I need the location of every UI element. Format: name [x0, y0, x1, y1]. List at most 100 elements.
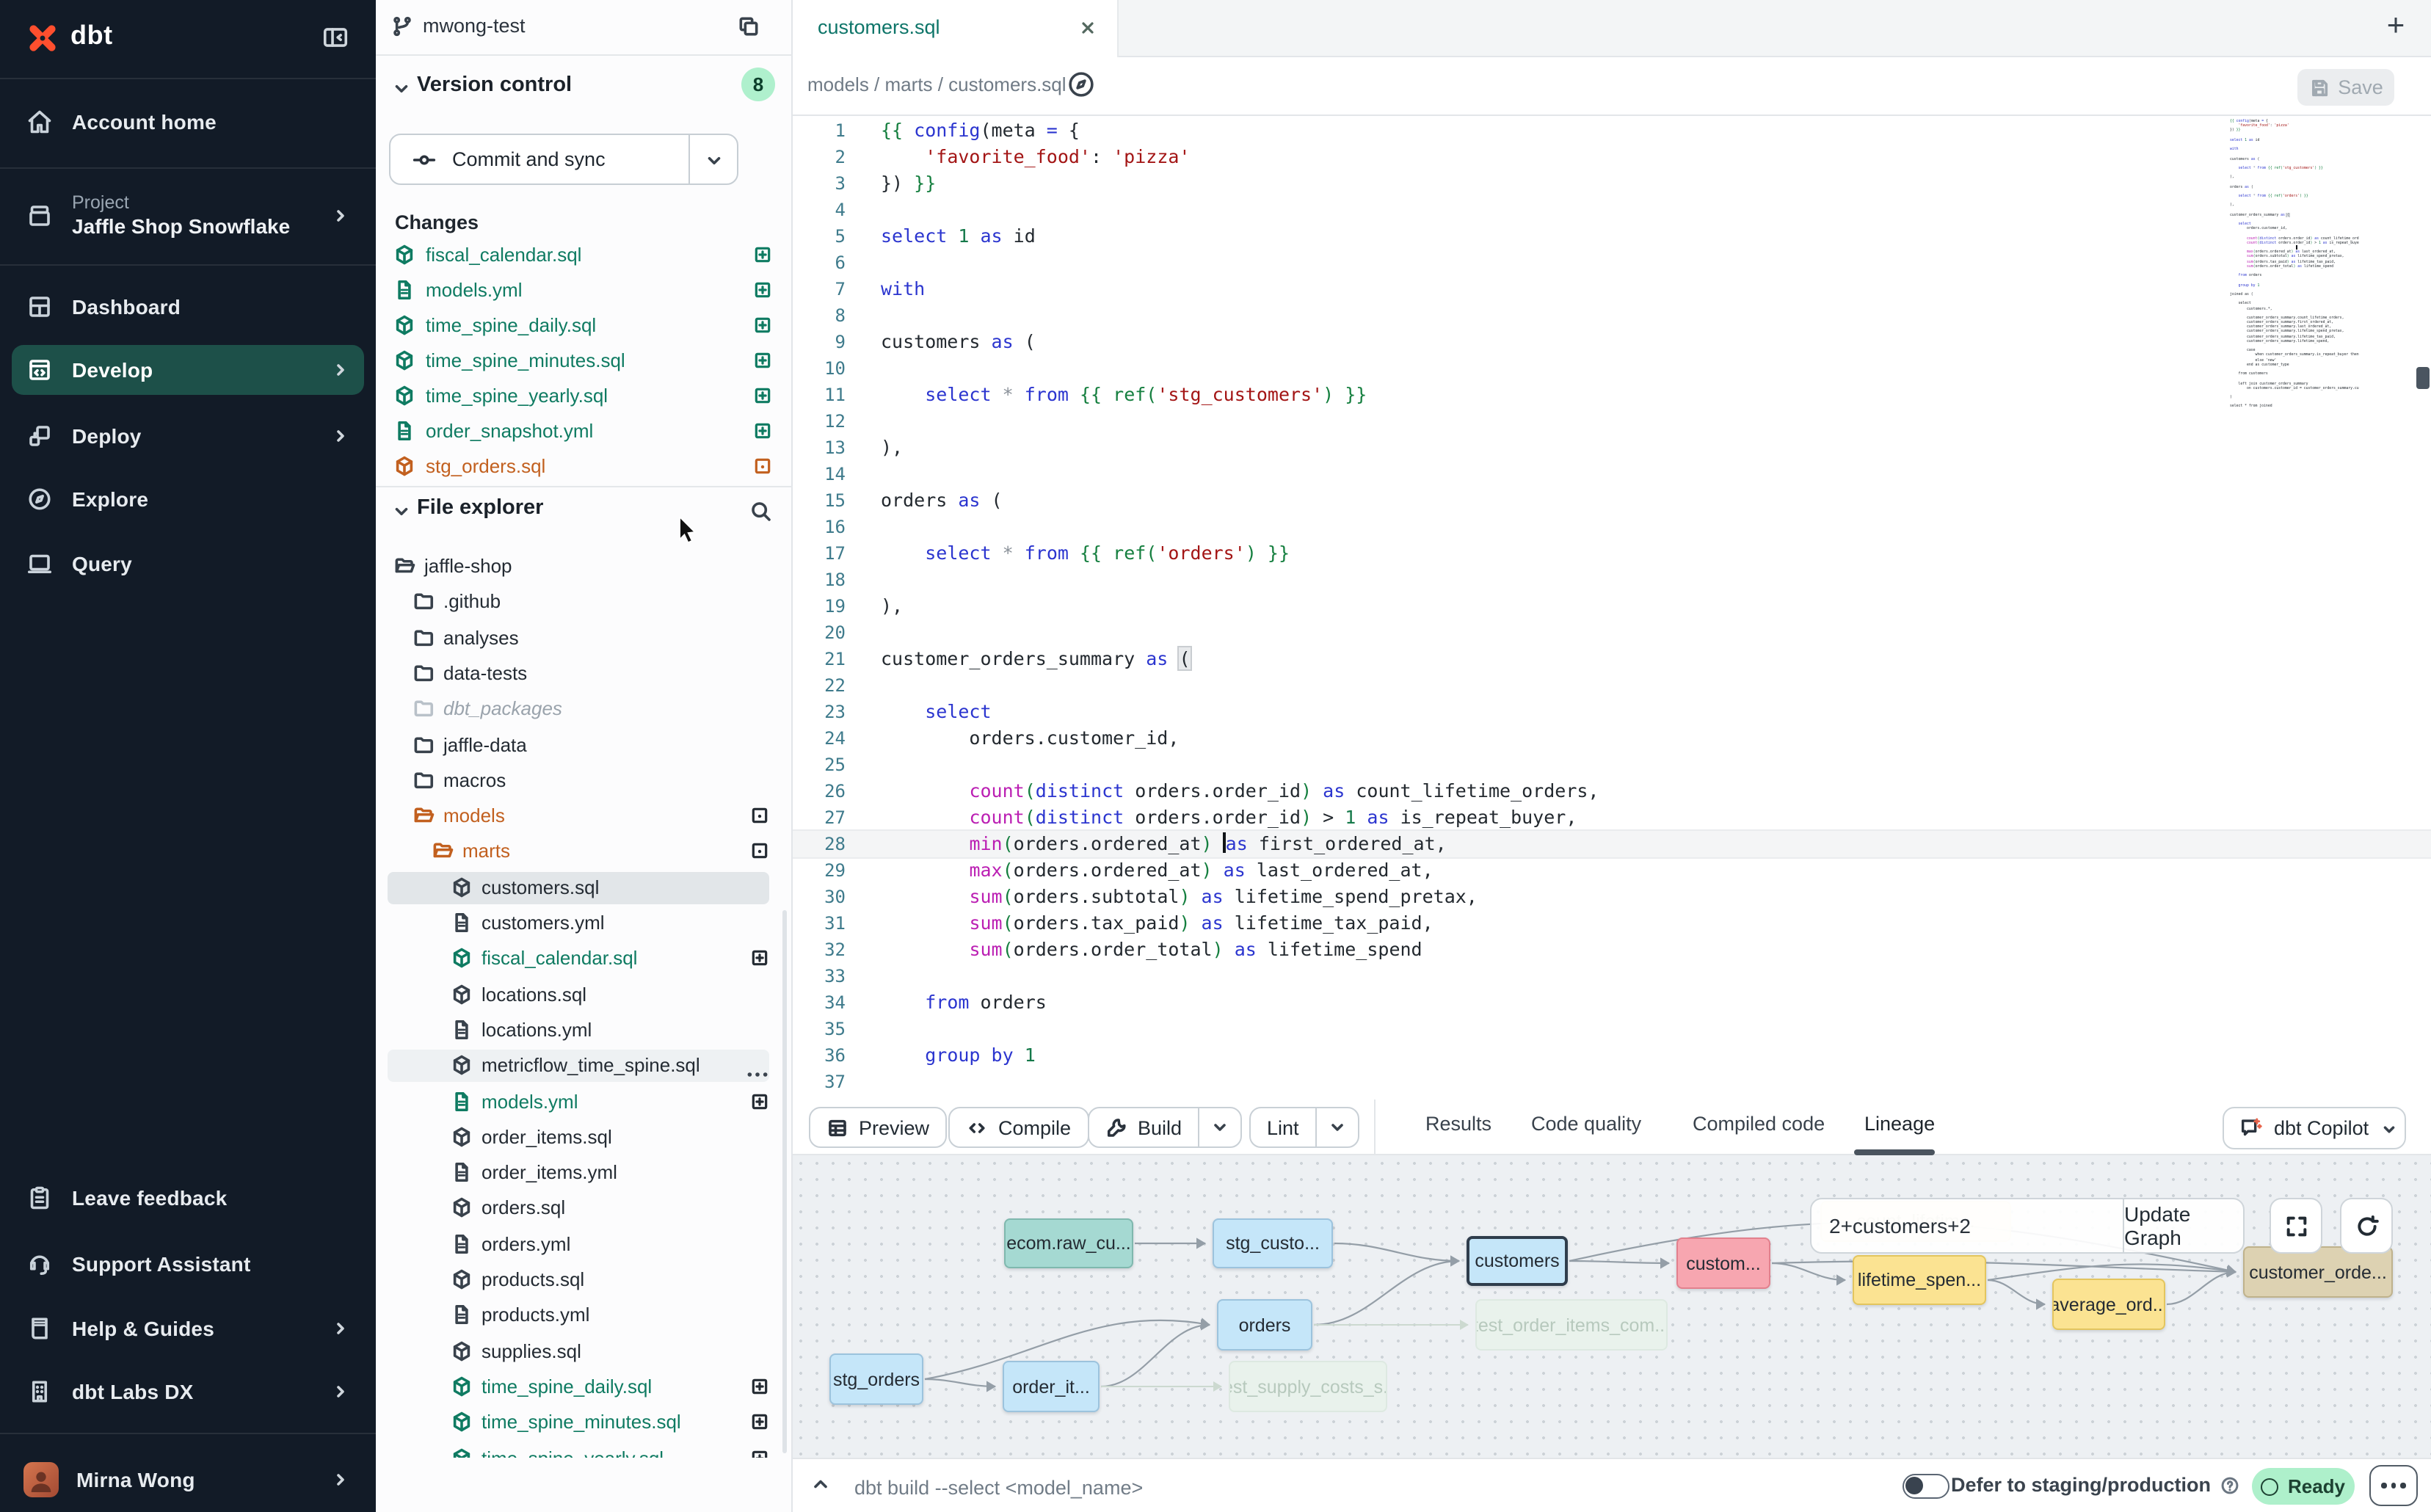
tree-item-customers.sql[interactable]: customers.sql [376, 872, 793, 906]
modified-dot-icon[interactable] [750, 806, 769, 825]
search-icon[interactable] [749, 499, 772, 523]
change-item-fiscal_calendar.sql[interactable]: fiscal_calendar.sql [376, 239, 793, 272]
save-button[interactable]: Save [2297, 69, 2394, 106]
tree-item-metricflow_time_spine.sql[interactable]: metricflow_time_spine.sql [376, 1050, 793, 1083]
stage-plus-icon[interactable] [753, 351, 772, 370]
tree-item-time_spine_yearly.sql[interactable]: time_spine_yearly.sql [376, 1443, 793, 1458]
info-icon[interactable] [2220, 1475, 2240, 1496]
lineage-node-average[interactable]: average_ord... [2052, 1279, 2165, 1330]
code-line-7[interactable]: 7with [793, 276, 2431, 302]
stage-plus-icon[interactable] [750, 1377, 769, 1396]
stage-plus-icon[interactable] [753, 316, 772, 335]
tree-item-.github[interactable]: .github [376, 586, 793, 619]
lineage-node-t_order_items[interactable]: test_order_items_com... [1475, 1299, 1668, 1351]
code-line-25[interactable]: 25 [793, 752, 2431, 778]
change-item-time_spine_minutes.sql[interactable]: time_spine_minutes.sql [376, 345, 793, 377]
tree-item-customers.yml[interactable]: customers.yml [376, 907, 793, 941]
stage-plus-icon[interactable] [750, 1412, 769, 1431]
sidebar-item-account-home[interactable]: Account home [12, 97, 364, 147]
tree-item-data-tests[interactable]: data-tests [376, 658, 793, 691]
code-line-4[interactable]: 4 [793, 197, 2431, 223]
code-line-1[interactable]: 1{{ config(meta = { [793, 117, 2431, 144]
lineage-canvas[interactable]: count_lifetim...test_order_items_com...t… [793, 1155, 2431, 1458]
code-line-28[interactable]: 28 min(orders.ordered_at) as first_order… [793, 829, 2431, 859]
code-line-15[interactable]: 15orders as ( [793, 487, 2431, 514]
more-options-button[interactable] [2369, 1465, 2418, 1506]
tab-lineage[interactable]: Lineage [1864, 1113, 1935, 1135]
lineage-node-customers[interactable]: customers [1467, 1236, 1568, 1286]
change-item-models.yml[interactable]: models.yml [376, 275, 793, 307]
lineage-node-ecom[interactable]: ecom.raw_cu... [1004, 1218, 1133, 1268]
change-item-stg_orders.sql[interactable]: stg_orders.sql [376, 451, 793, 479]
tab-results[interactable]: Results [1425, 1113, 1491, 1135]
tree-item-time_spine_minutes.sql[interactable]: time_spine_minutes.sql [376, 1406, 793, 1440]
stage-plus-icon[interactable] [753, 280, 772, 299]
lineage-node-order_it[interactable]: order_it... [1003, 1361, 1100, 1412]
code-line-24[interactable]: 24 orders.customer_id, [793, 725, 2431, 752]
code-line-31[interactable]: 31 sum(orders.tax_paid) as lifetime_tax_… [793, 910, 2431, 937]
tree-item-order_items.sql[interactable]: order_items.sql [376, 1122, 793, 1155]
preview-button[interactable]: Preview [809, 1107, 947, 1148]
user-menu[interactable]: Mirna Wong [12, 1452, 364, 1508]
tree-item-jaffle-data[interactable]: jaffle-data [376, 730, 793, 763]
build-button[interactable]: Build [1088, 1107, 1242, 1148]
stage-plus-icon[interactable] [753, 245, 772, 264]
lint-button[interactable]: Lint [1249, 1107, 1359, 1148]
update-graph-button[interactable]: Update Graph [2123, 1199, 2243, 1252]
code-line-11[interactable]: 11 select * from {{ ref('stg_customers')… [793, 382, 2431, 408]
code-line-21[interactable]: 21customer_orders_summary as ( [793, 646, 2431, 672]
copy-branch-icon[interactable] [737, 15, 760, 38]
tree-item-marts[interactable]: marts [376, 835, 793, 869]
stage-plus-icon[interactable] [753, 421, 772, 440]
file-explorer-header[interactable]: File explorer [376, 489, 793, 533]
change-item-time_spine_daily.sql[interactable]: time_spine_daily.sql [376, 310, 793, 342]
tree-item-orders.sql[interactable]: orders.sql [376, 1192, 793, 1226]
tree-item-dbt_packages[interactable]: dbt_packages [376, 693, 793, 727]
code-line-8[interactable]: 8 [793, 302, 2431, 329]
sidebar-item-query[interactable]: Query [12, 539, 364, 589]
code-line-6[interactable]: 6 [793, 250, 2431, 276]
tree-item-products.sql[interactable]: products.sql [376, 1264, 793, 1298]
commit-options-chevron-icon[interactable] [705, 151, 724, 170]
code-line-27[interactable]: 27 count(distinct orders.order_id) > 1 a… [793, 804, 2431, 831]
fullscreen-button[interactable] [2270, 1198, 2322, 1254]
code-line-18[interactable]: 18 [793, 567, 2431, 593]
code-line-29[interactable]: 29 max(orders.ordered_at) as last_ordere… [793, 857, 2431, 884]
minimap[interactable]: {{ config(meta = { 'favorite_food': 'piz… [2230, 119, 2359, 409]
stage-plus-icon[interactable] [753, 386, 772, 405]
change-item-order_snapshot.yml[interactable]: order_snapshot.yml [376, 415, 793, 448]
code-line-19[interactable]: 19), [793, 593, 2431, 619]
lineage-node-t_supply[interactable]: test_supply_costs_s... [1229, 1361, 1387, 1412]
tab-code-quality[interactable]: Code quality [1531, 1113, 1641, 1135]
lineage-selector-input[interactable] [1812, 1199, 2123, 1252]
tree-item-supplies.sql[interactable]: supplies.sql [376, 1336, 793, 1370]
tree-item-macros[interactable]: macros [376, 765, 793, 799]
code-line-13[interactable]: 13), [793, 435, 2431, 461]
new-tab-button[interactable]: + [2381, 12, 2410, 41]
collapse-sidebar-icon[interactable] [321, 23, 349, 51]
tab-compiled-code[interactable]: Compiled code [1693, 1113, 1825, 1135]
change-item-time_spine_yearly.sql[interactable]: time_spine_yearly.sql [376, 380, 793, 412]
code-line-17[interactable]: 17 select * from {{ ref('orders') }} [793, 540, 2431, 567]
code-line-23[interactable]: 23 select [793, 699, 2431, 725]
code-editor[interactable]: 1{{ config(meta = {2 'favorite_food': 'p… [793, 116, 2431, 1100]
stage-plus-icon[interactable] [750, 948, 769, 967]
code-line-20[interactable]: 20 [793, 619, 2431, 646]
tree-item-jaffle-shop[interactable]: jaffle-shop [376, 550, 793, 584]
commit-and-sync-button[interactable]: Commit and sync [389, 134, 738, 185]
lineage-node-custom[interactable]: custom... [1676, 1237, 1770, 1289]
sidebar-item-project[interactable]: ProjectJaffle Shop Snowflake [12, 179, 364, 252]
stage-plus-icon[interactable] [750, 1449, 769, 1458]
sidebar-item-dashboard[interactable]: Dashboard [12, 282, 364, 332]
code-line-32[interactable]: 32 sum(orders.order_total) as lifetime_s… [793, 937, 2431, 963]
sidebar-item-leave-feedback[interactable]: Leave feedback [12, 1173, 364, 1223]
tree-item-analyses[interactable]: analyses [376, 622, 793, 656]
code-line-5[interactable]: 5select 1 as id [793, 223, 2431, 250]
lineage-node-cust_orders[interactable]: customer_orde... [2243, 1246, 2393, 1298]
code-line-35[interactable]: 35 [793, 1016, 2431, 1042]
tree-item-orders.yml[interactable]: orders.yml [376, 1229, 793, 1262]
close-icon[interactable] [1079, 19, 1097, 37]
sidebar-item-deploy[interactable]: Deploy [12, 411, 364, 461]
tree-item-models[interactable]: models [376, 800, 793, 834]
code-line-36[interactable]: 36 group by 1 [793, 1042, 2431, 1069]
